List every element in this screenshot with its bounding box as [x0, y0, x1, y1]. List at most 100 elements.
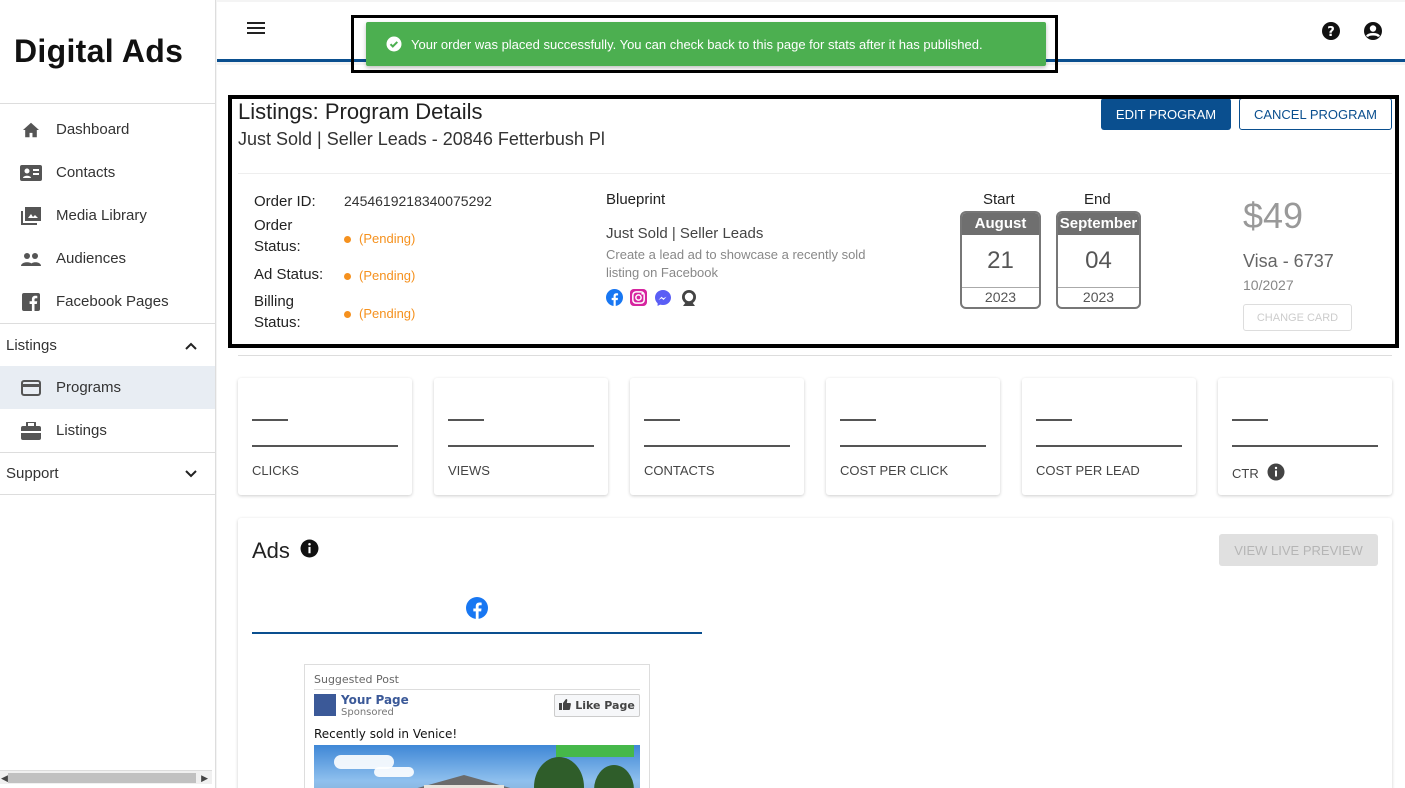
- order-id-value: 2454619218340075292: [344, 193, 492, 209]
- billing-status-value: (Pending): [344, 306, 415, 321]
- sidebar-item-label: Programs: [56, 379, 122, 396]
- stat-card-cost-per-lead: COST PER LEAD: [1022, 378, 1196, 495]
- view-live-preview-button[interactable]: VIEW LIVE PREVIEW: [1219, 534, 1378, 566]
- stat-label: CTR: [1232, 463, 1285, 484]
- blueprint-name: Just Sold | Seller Leads: [606, 225, 764, 242]
- order-status-value: (Pending): [344, 231, 415, 246]
- tab-facebook[interactable]: [252, 588, 702, 634]
- sidebar-section-listings[interactable]: Listings: [0, 323, 215, 366]
- chevron-down-icon: [185, 465, 197, 482]
- payment-card: Visa - 6737: [1243, 251, 1334, 271]
- stat-rule: [252, 445, 398, 447]
- facebook-icon: [20, 291, 42, 313]
- facebook-ad-preview: Suggested Post Your Page Sponsored Like …: [304, 664, 650, 788]
- ads-heading: Ads: [252, 538, 319, 564]
- sidebar-item-facebook-pages[interactable]: Facebook Pages: [0, 280, 215, 323]
- tree-shape: [594, 765, 634, 788]
- end-label: End: [1084, 191, 1111, 208]
- sidebar-item-programs[interactable]: Programs: [0, 366, 215, 409]
- facebook-icon: [466, 596, 488, 624]
- card-bottom-edge: [238, 348, 1392, 356]
- billing-status-label: Billing Status:: [254, 291, 301, 333]
- stat-label: COST PER LEAD: [1036, 463, 1140, 478]
- sidebar: Digital Ads Dashboard Contacts Media Lib…: [0, 0, 216, 788]
- hamburger-menu-icon[interactable]: [247, 20, 267, 41]
- stat-label-text: CONTACTS: [644, 463, 715, 478]
- success-toast: Your order was placed successfully. You …: [366, 22, 1046, 66]
- ad-status-value: (Pending): [344, 268, 415, 283]
- sidebar-section-support[interactable]: Support: [0, 452, 215, 495]
- order-id-label: Order ID:: [254, 193, 316, 210]
- page-avatar: [314, 694, 336, 716]
- sidebar-item-dashboard[interactable]: Dashboard: [0, 108, 215, 151]
- end-date-calendar: September 04 2023: [1056, 211, 1141, 309]
- start-label: Start: [983, 191, 1015, 208]
- sidebar-item-listings[interactable]: Listings: [0, 409, 215, 452]
- blueprint-description: Create a lead ad to showcase a recently …: [606, 247, 866, 280]
- account-icon[interactable]: [1363, 21, 1383, 46]
- ads-card: Ads VIEW LIVE PREVIEW Suggested Post You…: [238, 518, 1392, 788]
- scrollbar-thumb[interactable]: [8, 773, 196, 783]
- stat-rule: [1036, 445, 1182, 447]
- stat-label: CLICKS: [252, 463, 299, 478]
- post-text: Recently sold in Venice!: [314, 727, 458, 741]
- calendar-year: 2023: [962, 287, 1039, 307]
- ads-title: Ads: [252, 538, 290, 563]
- scroll-left-icon[interactable]: ◀: [1, 773, 8, 784]
- stat-label: COST PER CLICK: [840, 463, 948, 478]
- stat-value-placeholder: [252, 419, 288, 421]
- audiences-icon: [20, 248, 42, 270]
- status-dot: [344, 273, 351, 281]
- sidebar-item-media-library[interactable]: Media Library: [0, 194, 215, 237]
- calendar-month: September: [1058, 213, 1139, 235]
- sidebar-item-label: Contacts: [56, 164, 116, 181]
- media-library-icon: [20, 205, 42, 227]
- scroll-right-icon[interactable]: ▶: [201, 773, 208, 784]
- status-text: (Pending): [359, 306, 416, 321]
- svg-text:?: ?: [1327, 25, 1335, 40]
- calendar-day: 21: [987, 247, 1014, 274]
- messenger-icon: [654, 289, 672, 312]
- change-card-button[interactable]: CHANGE CARD: [1243, 304, 1352, 331]
- status-text: (Pending): [359, 268, 416, 283]
- divider: [314, 689, 640, 690]
- stat-label-text: COST PER CLICK: [840, 463, 949, 478]
- info-icon[interactable]: [300, 538, 319, 564]
- order-status-label: Order Status:: [254, 215, 301, 257]
- stat-value-placeholder: [840, 419, 876, 421]
- facebook-icon: [606, 289, 623, 312]
- like-page-label: Like Page: [575, 699, 635, 712]
- app-root: Digital Ads Dashboard Contacts Media Lib…: [0, 0, 1405, 788]
- sidebar-item-label: Listings: [56, 422, 107, 439]
- chevron-up-icon: [185, 337, 197, 354]
- sidebar-item-label: Dashboard: [56, 121, 130, 138]
- briefcase-icon: [20, 420, 42, 442]
- blueprint-heading: Blueprint: [606, 191, 666, 208]
- edit-program-button[interactable]: EDIT PROGRAM: [1101, 98, 1231, 130]
- stat-label: VIEWS: [448, 463, 490, 478]
- toast-highlight-frame: Your order was placed successfully. You …: [351, 15, 1058, 73]
- sidebar-item-audiences[interactable]: Audiences: [0, 237, 215, 280]
- stat-value-placeholder: [644, 419, 680, 421]
- tree-shape: [534, 757, 584, 788]
- page-name[interactable]: Your Page: [341, 693, 409, 707]
- stat-label-text: CTR: [1232, 466, 1259, 481]
- stat-card-cost-per-click: COST PER CLICK: [826, 378, 1000, 495]
- sidebar-item-contacts[interactable]: Contacts: [0, 151, 215, 194]
- sidebar-horizontal-scrollbar[interactable]: ◀ ▶: [0, 770, 212, 784]
- sidebar-item-label: Audiences: [56, 250, 127, 267]
- help-icon[interactable]: ?: [1321, 21, 1341, 46]
- stat-label-text: COST PER LEAD: [1036, 463, 1140, 478]
- stat-label: CONTACTS: [644, 463, 715, 478]
- stat-rule: [644, 445, 790, 447]
- label-line: Billing: [254, 293, 295, 310]
- cancel-program-button[interactable]: CANCEL PROGRAM: [1239, 98, 1392, 130]
- stat-value-placeholder: [448, 419, 484, 421]
- info-icon[interactable]: [1267, 463, 1285, 484]
- calendar-day: 04: [1085, 247, 1112, 274]
- stat-rule: [1232, 445, 1378, 447]
- toast-message: Your order was placed successfully. You …: [411, 36, 983, 52]
- like-page-button[interactable]: Like Page: [554, 694, 640, 717]
- label-line: Status:: [254, 314, 301, 331]
- brand-logo: Digital Ads: [0, 0, 215, 104]
